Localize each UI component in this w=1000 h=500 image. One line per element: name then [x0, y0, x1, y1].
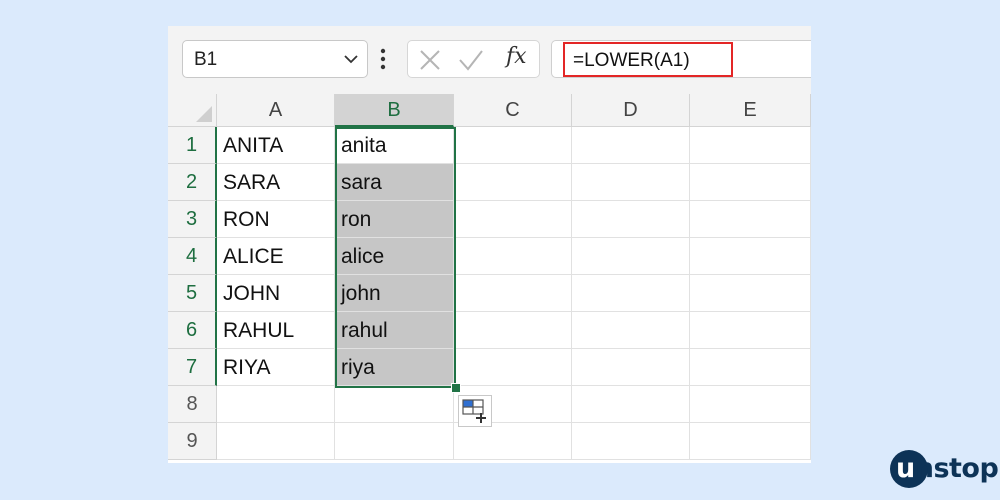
column-header-e[interactable]: E	[690, 94, 811, 127]
formula-actions: fx	[407, 40, 540, 78]
close-icon[interactable]	[418, 48, 442, 72]
cell-a4[interactable]: ALICE	[217, 238, 335, 275]
cell-b9[interactable]	[335, 423, 454, 460]
row-header[interactable]: 2	[168, 164, 217, 201]
cell-d1[interactable]	[572, 127, 690, 164]
cell-a5[interactable]: JOHN	[217, 275, 335, 312]
name-box-value: B1	[194, 49, 218, 70]
cell-e2[interactable]	[690, 164, 811, 201]
cell-c2[interactable]	[454, 164, 572, 201]
check-icon[interactable]	[458, 48, 484, 72]
cell-e7[interactable]	[690, 349, 811, 386]
cell-a2[interactable]: SARA	[217, 164, 335, 201]
row-header[interactable]: 8	[168, 386, 217, 423]
fill-handle[interactable]	[451, 383, 461, 393]
cell-d2[interactable]	[572, 164, 690, 201]
column-header-b[interactable]: B	[335, 94, 454, 127]
sheet-grid: ABCDE 1 ANITA anita 2 SARA sara 3 RON ron 4 ALICE a…	[168, 94, 811, 463]
cell-c9[interactable]	[454, 423, 572, 460]
cell-a6[interactable]: RAHUL	[217, 312, 335, 349]
cell-d7[interactable]	[572, 349, 690, 386]
row-header[interactable]: 9	[168, 423, 217, 460]
column-header-c[interactable]: C	[454, 94, 572, 127]
formula-bar-area: B1 fx =LOWER(A1)	[168, 26, 811, 95]
formula-highlight-box: =LOWER(A1)	[563, 42, 733, 77]
row-header[interactable]: 5	[168, 275, 217, 312]
column-header-d[interactable]: D	[572, 94, 690, 127]
column-header-a[interactable]: A	[217, 94, 335, 127]
cell-d6[interactable]	[572, 312, 690, 349]
row-header[interactable]: 1	[168, 127, 217, 164]
cell-c4[interactable]	[454, 238, 572, 275]
spreadsheet-window: B1 fx =LOWER(A1) ABCDE 1 ANITA anita 2 S…	[168, 26, 811, 463]
cell-b5[interactable]: john	[335, 275, 454, 312]
cell-a7[interactable]: RIYA	[217, 349, 335, 386]
cell-d8[interactable]	[572, 386, 690, 423]
cell-e9[interactable]	[690, 423, 811, 460]
vertical-dots-icon[interactable]	[380, 46, 386, 72]
cell-b7[interactable]: riya	[335, 349, 454, 386]
cell-e8[interactable]	[690, 386, 811, 423]
cell-c6[interactable]	[454, 312, 572, 349]
cell-d4[interactable]	[572, 238, 690, 275]
row-header[interactable]: 4	[168, 238, 217, 275]
cell-a1[interactable]: ANITA	[217, 127, 335, 164]
formula-text: =LOWER(A1)	[573, 50, 690, 71]
cell-a9[interactable]	[217, 423, 335, 460]
quick-analysis-icon[interactable]	[458, 395, 492, 427]
corner-triangle-icon	[196, 106, 212, 122]
cell-e4[interactable]	[690, 238, 811, 275]
row-header[interactable]: 3	[168, 201, 217, 238]
cell-a8[interactable]	[217, 386, 335, 423]
logo-text: unstop	[896, 453, 999, 484]
cell-b8[interactable]	[335, 386, 454, 423]
row-header[interactable]: 7	[168, 349, 217, 386]
cell-c5[interactable]	[454, 275, 572, 312]
cell-b4[interactable]: alice	[335, 238, 454, 275]
cell-c1[interactable]	[454, 127, 572, 164]
insert-function-button[interactable]: fx	[506, 44, 527, 69]
cell-c3[interactable]	[454, 201, 572, 238]
cell-e1[interactable]	[690, 127, 811, 164]
select-all-corner[interactable]	[168, 94, 217, 127]
cell-b1[interactable]: anita	[335, 127, 454, 164]
cell-d5[interactable]	[572, 275, 690, 312]
cell-b2[interactable]: sara	[335, 164, 454, 201]
name-box[interactable]: B1	[182, 40, 368, 78]
unstop-logo: unstop	[890, 450, 999, 488]
cell-e3[interactable]	[690, 201, 811, 238]
cell-c7[interactable]	[454, 349, 572, 386]
cell-a3[interactable]: RON	[217, 201, 335, 238]
cell-e6[interactable]	[690, 312, 811, 349]
cell-d9[interactable]	[572, 423, 690, 460]
quick-analysis-glyph-icon	[462, 399, 486, 423]
cell-e5[interactable]	[690, 275, 811, 312]
cell-b3[interactable]: ron	[335, 201, 454, 238]
row-header[interactable]: 6	[168, 312, 217, 349]
chevron-down-icon[interactable]	[343, 52, 359, 66]
cell-b6[interactable]: rahul	[335, 312, 454, 349]
cell-d3[interactable]	[572, 201, 690, 238]
